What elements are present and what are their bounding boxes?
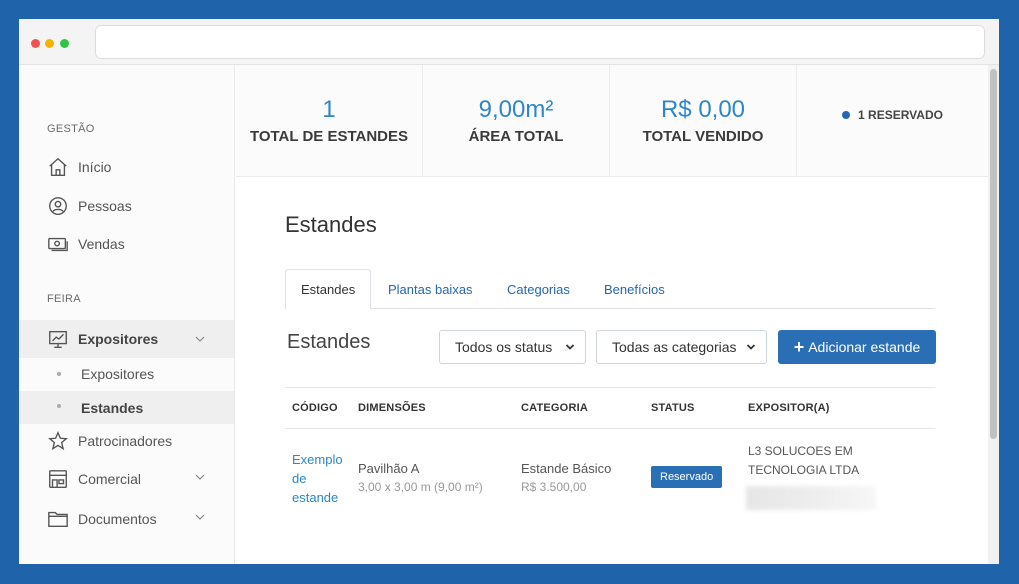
- category-price: R$ 3.500,00: [521, 480, 587, 494]
- stat-label: ÁREA TOTAL: [468, 128, 564, 145]
- sidebar-item-label: Comercial: [78, 471, 142, 487]
- column-header-expositor: EXPOSITOR(A): [748, 402, 830, 414]
- money-icon: [48, 237, 68, 252]
- stat-area-total: 9,00m² ÁREA TOTAL: [423, 65, 610, 176]
- stat-label: TOTAL VENDIDO: [642, 128, 764, 145]
- home-icon: [49, 157, 67, 176]
- reserved-legend: 1 RESERVADO: [842, 108, 943, 122]
- sidebar-item-documentos[interactable]: Documentos: [19, 503, 234, 535]
- sidebar-item-label: Início: [78, 159, 112, 175]
- browser-chrome: [19, 19, 999, 65]
- redacted-info: [746, 486, 876, 510]
- scrollbar-thumb[interactable]: [990, 69, 997, 439]
- page-title: Estandes: [285, 212, 377, 237]
- section-title: Estandes: [287, 331, 371, 353]
- tab-categorias[interactable]: Categorias: [492, 269, 585, 309]
- chevron-down-icon: [195, 474, 205, 480]
- chevron-down-icon: [195, 514, 205, 520]
- sidebar-item-inicio[interactable]: Início: [19, 151, 234, 183]
- status-filter-select[interactable]: Todos os status: [439, 330, 586, 364]
- add-estande-button[interactable]: + Adicionar estande: [778, 330, 936, 364]
- expositor-name: L3 SOLUCOES EM TECNOLOGIA LTDA: [748, 444, 860, 477]
- sidebar-subitem-expositores[interactable]: Expositores: [19, 359, 234, 389]
- dimension-detail: 3,00 x 3,00 m (9,00 m²): [358, 480, 483, 494]
- sidebar-item-vendas[interactable]: Vendas: [19, 228, 234, 260]
- tab-plantas-baixas[interactable]: Plantas baixas: [373, 269, 488, 309]
- sidebar-item-pessoas[interactable]: Pessoas: [19, 190, 234, 222]
- tab-beneficios[interactable]: Benefícios: [589, 269, 680, 309]
- stat-reservado: 1 RESERVADO: [797, 65, 988, 176]
- column-header-status: STATUS: [651, 402, 695, 414]
- folder-icon: [48, 511, 68, 528]
- star-icon: [48, 431, 68, 451]
- stat-value: 9,00m²: [478, 96, 554, 123]
- dimension-title: Pavilhão A: [358, 461, 420, 476]
- stat-total-estandes: 1 TOTAL DE ESTANDES: [236, 65, 423, 176]
- column-header-dimensoes: DIMENSÕES: [358, 402, 426, 414]
- stat-value: 1: [322, 96, 336, 123]
- sidebar-item-label: Vendas: [78, 236, 125, 252]
- stat-label: TOTAL DE ESTANDES: [249, 128, 409, 145]
- sidebar-subitem-label: Expositores: [81, 366, 155, 382]
- reserved-count-label: 1 RESERVADO: [858, 107, 943, 122]
- sidebar-section-feira: FEIRA: [47, 293, 81, 305]
- plus-icon: +: [793, 336, 805, 357]
- maximize-window-dot[interactable]: [60, 39, 69, 48]
- browser-window: GESTÃO Início Pessoas Vendas FEIRA Expos…: [19, 19, 999, 564]
- user-circle-icon: [49, 197, 67, 215]
- sidebar-section-gestao: GESTÃO: [47, 123, 95, 135]
- chevron-down-icon: [565, 344, 575, 350]
- sidebar-item-label: Pessoas: [78, 198, 132, 214]
- column-header-codigo: CÓDIGO: [292, 402, 338, 414]
- sidebar-subitem-label: Estandes: [81, 399, 144, 416]
- store-icon: [49, 470, 67, 488]
- table-header: CÓDIGO DIMENSÕES CATEGORIA STATUS EXPOSI…: [285, 387, 935, 429]
- tabs: Estandes Plantas baixas Categorias Benef…: [285, 269, 935, 310]
- stats-bar: 1 TOTAL DE ESTANDES 9,00m² ÁREA TOTAL R$…: [236, 65, 988, 177]
- sidebar-subitem-estandes[interactable]: Estandes: [19, 391, 234, 424]
- address-bar[interactable]: [95, 25, 985, 59]
- chevron-down-icon: [746, 344, 756, 350]
- close-window-dot[interactable]: [31, 39, 40, 48]
- category-filter-value: Todas as categorias: [612, 339, 737, 355]
- category-filter-select[interactable]: Todas as categorias: [596, 330, 767, 364]
- column-header-categoria: CATEGORIA: [521, 402, 588, 414]
- vertical-scrollbar[interactable]: [988, 65, 999, 564]
- stat-total-vendido: R$ 0,00 TOTAL VENDIDO: [610, 65, 797, 176]
- status-badge: Reservado: [651, 466, 723, 488]
- tab-estandes[interactable]: Estandes: [285, 269, 372, 310]
- estande-code-link[interactable]: Exemplo de estande: [292, 450, 348, 507]
- chart-icon: [49, 330, 67, 348]
- sidebar-item-expositores[interactable]: Expositores: [19, 320, 234, 358]
- stat-value: R$ 0,00: [660, 96, 746, 123]
- add-estande-label: Adicionar estande: [808, 339, 921, 355]
- minimize-window-dot[interactable]: [45, 39, 54, 48]
- sidebar-item-patrocinadores[interactable]: Patrocinadores: [19, 425, 234, 457]
- category-name: Estande Básico: [521, 461, 612, 476]
- chevron-down-icon: [195, 336, 205, 342]
- sidebar: GESTÃO Início Pessoas Vendas FEIRA Expos…: [19, 65, 235, 564]
- status-dot-icon: [842, 110, 851, 119]
- sidebar-item-label: Documentos: [78, 511, 157, 527]
- sidebar-item-label: Patrocinadores: [78, 433, 173, 449]
- sidebar-item-label: Expositores: [78, 331, 159, 347]
- sidebar-item-comercial[interactable]: Comercial: [19, 463, 234, 495]
- status-filter-value: Todos os status: [455, 339, 553, 355]
